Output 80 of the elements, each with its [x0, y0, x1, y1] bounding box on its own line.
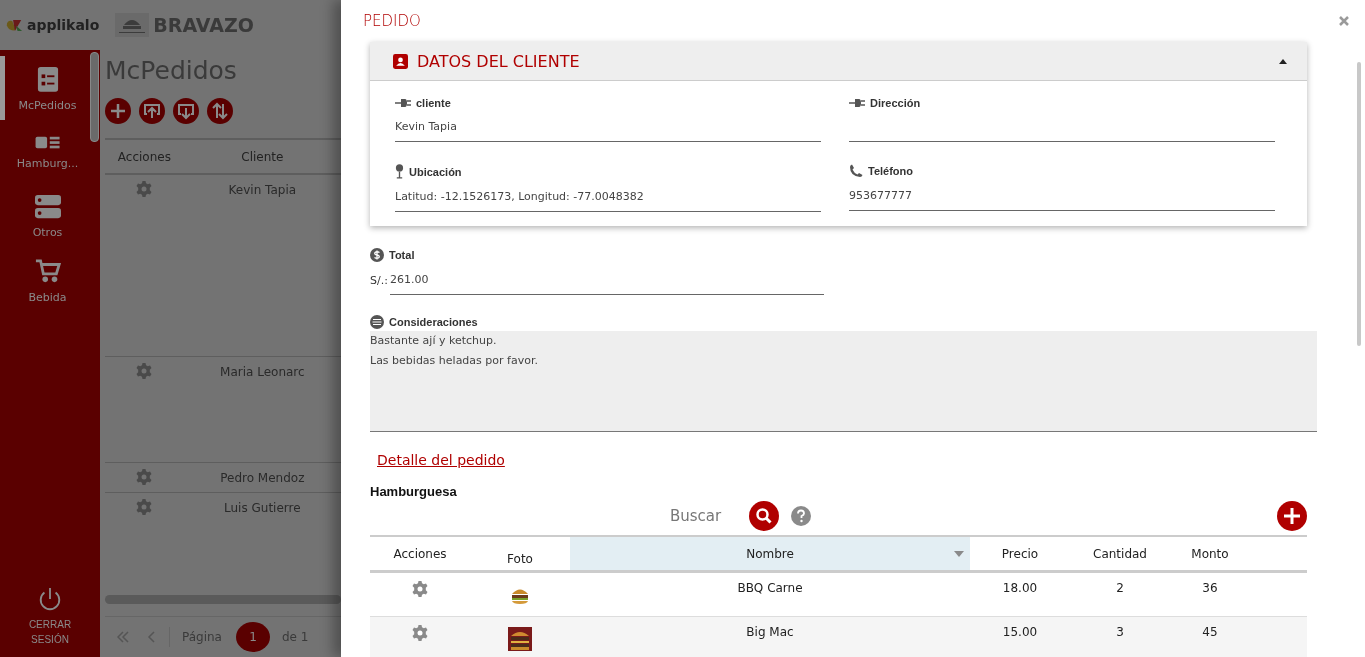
input-field[interactable]: Latitud: -12.1526173, Longitud: -77.0048382: [395, 189, 821, 212]
gear-icon[interactable]: [136, 181, 153, 197]
scrollbar[interactable]: [1357, 62, 1361, 346]
field-label: Dirección: [870, 97, 921, 109]
panel-title: PEDIDO: [363, 12, 421, 30]
burger-logo-icon: [115, 13, 150, 37]
table-cell-text: 36: [1201, 580, 1219, 597]
sort-caret-icon: [954, 551, 964, 557]
column-header[interactable]: Nombre: [570, 537, 970, 570]
table-cell-text: BBQ Carne: [736, 580, 804, 597]
gear-icon[interactable]: [136, 469, 153, 485]
search-field[interactable]: Buscar: [670, 507, 722, 525]
power-icon: [37, 587, 63, 613]
gear-icon[interactable]: [412, 581, 428, 597]
image-list-icon: [34, 134, 61, 151]
table-cell-text: Kevin Tapia: [227, 182, 298, 197]
column-header[interactable]: Precio: [970, 537, 1070, 570]
upload-button[interactable]: [139, 98, 165, 124]
section-header[interactable]: DATOS DEL CLIENTE: [370, 42, 1307, 81]
applikalo-logo-icon: [5, 18, 23, 32]
currency-prefix: S/.:: [370, 274, 388, 289]
input-field[interactable]: 261.00: [389, 272, 824, 295]
table-cell-text: 15.00: [1001, 624, 1039, 641]
checklist-icon: [36, 64, 59, 93]
add-button[interactable]: [105, 98, 131, 124]
order-detail-link[interactable]: Detalle del pedido: [377, 452, 505, 468]
sort-button[interactable]: [207, 98, 233, 124]
dollar-icon: [370, 248, 384, 262]
phone-icon: [849, 164, 863, 178]
page-label: Página: [182, 630, 222, 644]
table-cell-text: Luis Gutierre: [223, 500, 302, 515]
column-header[interactable]: Cantidad: [1070, 537, 1170, 570]
help-icon[interactable]: [791, 506, 812, 526]
table-cell-text: 45: [1201, 624, 1219, 641]
close-icon[interactable]: [1339, 16, 1349, 26]
table-cell-text: 2: [1115, 580, 1125, 597]
gear-icon[interactable]: [412, 625, 428, 641]
scrollbar[interactable]: [90, 52, 99, 142]
notes-textarea[interactable]: Bastante ají y ketchup. Las bebidas heladas por favor.: [370, 331, 1317, 432]
table-cell-text: Big Mac: [745, 624, 795, 641]
cart-icon: [34, 256, 61, 285]
table-cell-text: 18.00: [1001, 580, 1039, 597]
notes-icon: [370, 315, 384, 329]
download-button[interactable]: [173, 98, 199, 124]
app-name: applikalo: [27, 17, 100, 33]
section-title: Hamburguesa: [370, 484, 458, 499]
input-field[interactable]: 953677777: [849, 188, 1275, 211]
server-icon: [34, 193, 61, 220]
store-name: BRAVAZO: [153, 14, 254, 36]
field-label: cliente: [416, 97, 451, 109]
sidebar-item[interactable]: Bebida: [0, 248, 90, 312]
table-cell-text: Maria Leonarc: [219, 364, 306, 379]
scrollbar[interactable]: [105, 595, 341, 604]
field-label: Consideraciones: [389, 316, 478, 328]
sidebar-item[interactable]: Hamburg...: [0, 120, 90, 184]
page-number-field[interactable]: 1: [235, 622, 270, 652]
gear-icon[interactable]: [136, 499, 153, 515]
column-header[interactable]: Foto: [470, 537, 570, 570]
plug-icon: [849, 98, 865, 108]
page-title: McPedidos: [105, 56, 238, 87]
search-button[interactable]: [749, 501, 780, 531]
contact-card-icon: [393, 53, 408, 69]
column-header: Acciones: [116, 149, 172, 164]
collapse-caret-icon: [1279, 58, 1287, 64]
field-label: Ubicación: [409, 165, 462, 178]
column-header[interactable]: Acciones: [370, 537, 470, 570]
field-label: Teléfono: [868, 165, 913, 177]
pin-icon: [395, 164, 404, 179]
input-field[interactable]: Kevin Tapia: [395, 119, 821, 142]
page-count: de 1: [281, 630, 309, 644]
table-cell-text: 3: [1115, 624, 1125, 641]
field-label: Total: [389, 249, 415, 261]
gear-icon[interactable]: [136, 363, 153, 379]
table-cell-text: Pedro Mendoz: [219, 470, 306, 485]
logout-button[interactable]: CERRAR SESIÓN: [0, 587, 100, 657]
plug-icon: [395, 98, 411, 108]
column-header: Cliente: [240, 149, 285, 164]
add-button[interactable]: [1277, 501, 1307, 531]
column-header[interactable]: Monto: [1170, 537, 1250, 570]
sidebar-item[interactable]: Otros: [0, 184, 90, 248]
